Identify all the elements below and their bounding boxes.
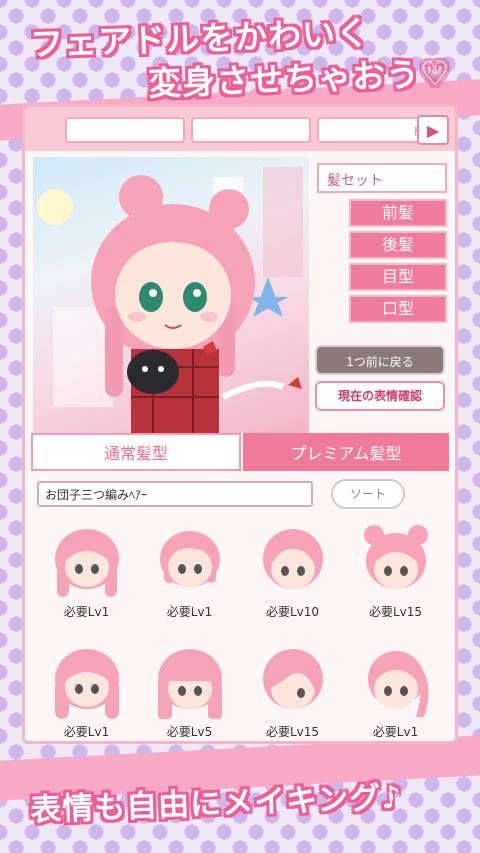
hairstyle-item[interactable]: 必要Lv1: [138, 517, 241, 629]
undo-button[interactable]: 1つ前に戻る: [315, 345, 445, 375]
character-illustration: [37, 167, 303, 433]
hairstyle-item[interactable]: 必要Lv5: [138, 637, 241, 741]
hairstyle-item[interactable]: 必要Lv1: [344, 637, 447, 741]
tab-normal-hair[interactable]: 通常髪型: [31, 433, 241, 471]
required-level: 必要Lv5: [166, 725, 213, 739]
tab-premium-hair[interactable]: プレミアム髪型: [243, 433, 449, 471]
top-menu-strip: ド- ▶: [25, 107, 455, 151]
hairstyle-thumb-icon: [262, 649, 323, 709]
back-hair-button[interactable]: 後髪: [349, 231, 447, 259]
hairstyle-item[interactable]: 必要Lv15: [344, 517, 447, 629]
hairstyle-thumb-icon: [54, 529, 119, 597]
required-level: 必要Lv15: [368, 605, 423, 619]
hairstyle-thumb-icon: [262, 529, 323, 589]
required-level: 必要Lv1: [372, 725, 419, 739]
hairstyle-item[interactable]: 必要Lv15: [241, 637, 344, 741]
hairstyle-thumb-icon: [367, 651, 428, 717]
eye-shape-button[interactable]: 目型: [349, 263, 447, 291]
next-arrow-button[interactable]: ▶: [417, 115, 449, 145]
hair-set-button[interactable]: 髪セット: [317, 163, 447, 193]
top-tab-2[interactable]: [191, 117, 311, 143]
hairstyle-tabs: 通常髪型 プレミアム髪型: [31, 433, 449, 471]
hairstyle-item[interactable]: 必要Lv10: [241, 517, 344, 629]
hairstyle-grid: 必要Lv1 必要Lv1 必要Lv10 必要Lv15 必要Lv1 必要Lv5 必要…: [35, 517, 447, 741]
app-screen: ド- ▶: [22, 104, 458, 744]
bangs-button[interactable]: 前髪: [349, 199, 447, 227]
hairstyle-item[interactable]: 必要Lv1: [35, 637, 138, 741]
confirm-expression-button[interactable]: 現在の表情確認: [315, 381, 445, 411]
required-level: 必要Lv10: [265, 605, 320, 619]
sort-button[interactable]: ソート: [331, 479, 405, 509]
mouth-shape-button[interactable]: 口型: [349, 295, 447, 323]
hairstyle-item[interactable]: 必要Lv1: [35, 517, 138, 629]
required-level: 必要Lv15: [265, 725, 320, 739]
current-hair-name: お団子三つ編みﾍｱｰ: [37, 481, 313, 507]
parts-panel: 髪セット 前髪 後髪 目型 口型: [317, 163, 453, 327]
hairstyle-thumb-icon: [54, 649, 119, 719]
required-level: 必要Lv1: [166, 605, 213, 619]
required-level: 必要Lv1: [63, 725, 110, 739]
play-triangle-icon: ▶: [426, 120, 440, 140]
hairstyle-thumb-icon: [157, 649, 222, 719]
character-preview: [33, 157, 309, 433]
top-tab-1[interactable]: [65, 117, 185, 143]
hairstyle-thumb-icon: [159, 531, 220, 587]
hairstyle-thumb-icon: [363, 525, 428, 589]
required-level: 必要Lv1: [63, 605, 110, 619]
